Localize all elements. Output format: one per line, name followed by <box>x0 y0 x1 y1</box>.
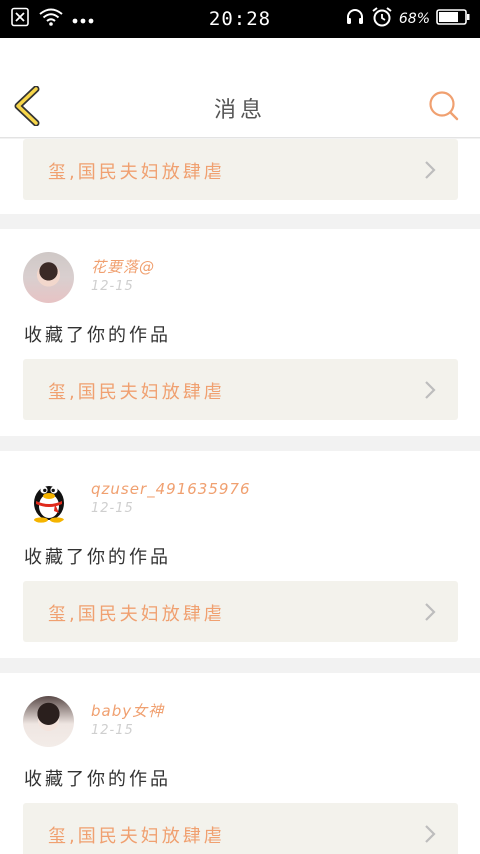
message-card: qzuser_491635976 12-15 收藏了你的作品 玺,国民夫妇放肆虐 <box>0 451 480 658</box>
wifi-icon <box>38 7 64 31</box>
work-link[interactable]: 玺,国民夫妇放肆虐 <box>23 139 458 200</box>
page-title: 消息 <box>213 98 266 123</box>
user-row: 花要落@ 12-15 <box>23 252 155 303</box>
chevron-right-icon <box>424 160 436 184</box>
message-text: 收藏了你的作品 <box>24 547 171 568</box>
header-bar: 消息 <box>0 38 480 138</box>
avatar[interactable] <box>23 696 74 747</box>
message-date: 12-15 <box>91 501 134 516</box>
work-link-title: 玺,国民夫妇放肆虐 <box>48 826 225 847</box>
user-info: qzuser_491635976 12-15 <box>91 480 251 518</box>
search-button[interactable] <box>428 90 460 122</box>
chevron-right-icon <box>424 380 436 404</box>
message-card: 玺,国民夫妇放肆虐 <box>0 139 480 214</box>
work-link[interactable]: 玺,国民夫妇放肆虐 <box>23 359 458 420</box>
more-dots-icon <box>72 10 94 29</box>
avatar[interactable] <box>23 252 74 303</box>
user-row: qzuser_491635976 12-15 <box>23 474 251 525</box>
status-right-icons: 68% <box>300 6 470 32</box>
search-icon <box>428 91 460 126</box>
user-info: 花要落@ 12-15 <box>91 258 155 296</box>
battery-icon <box>436 8 470 30</box>
message-date: 12-15 <box>91 279 134 294</box>
message-text: 收藏了你的作品 <box>24 325 171 346</box>
headphones-icon <box>345 7 365 31</box>
sim-off-icon <box>10 7 30 31</box>
qq-penguin-avatar[interactable] <box>23 474 74 525</box>
work-link-title: 玺,国民夫妇放肆虐 <box>48 162 225 183</box>
user-info: baby女神 12-15 <box>91 702 164 740</box>
user-row: baby女神 12-15 <box>23 696 164 747</box>
work-link-title: 玺,国民夫妇放肆虐 <box>48 604 225 625</box>
battery-percent: 68% <box>398 11 430 27</box>
message-card: baby女神 12-15 收藏了你的作品 玺,国民夫妇放肆虐 <box>0 673 480 854</box>
alarm-icon <box>371 6 393 32</box>
user-name[interactable]: baby女神 <box>91 702 164 720</box>
chevron-right-icon <box>424 824 436 848</box>
user-name[interactable]: qzuser_491635976 <box>91 480 251 498</box>
message-feed[interactable]: 玺,国民夫妇放肆虐 花要落@ 12-15 收藏了你的作品 玺,国民夫妇放肆虐 q… <box>0 139 480 854</box>
message-card: 花要落@ 12-15 收藏了你的作品 玺,国民夫妇放肆虐 <box>0 229 480 436</box>
message-date: 12-15 <box>91 723 134 738</box>
status-time: 20:28 <box>208 8 272 30</box>
work-link-title: 玺,国民夫妇放肆虐 <box>48 382 225 403</box>
status-left-icons <box>10 7 180 31</box>
chevron-right-icon <box>424 602 436 626</box>
message-text: 收藏了你的作品 <box>24 769 171 790</box>
user-name[interactable]: 花要落@ <box>91 258 155 276</box>
status-bar: 20:28 68% <box>0 0 480 38</box>
work-link[interactable]: 玺,国民夫妇放肆虐 <box>23 581 458 642</box>
work-link[interactable]: 玺,国民夫妇放肆虐 <box>23 803 458 854</box>
